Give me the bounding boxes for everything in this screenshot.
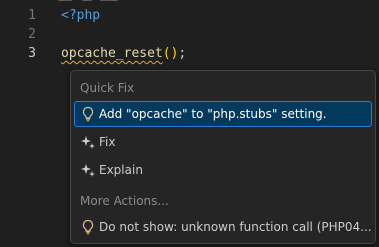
menu-item-label: Add "opcache" to "php.stubs" setting. [99,107,327,121]
quick-fix-menu[interactable]: Quick Fix Add "opcache" to "php.stubs" s… [70,70,376,244]
semicolon: ; [178,46,187,61]
lightbulb-icon [82,106,94,122]
menu-item-label: Do not show: unknown function call (PHP0… [99,220,372,234]
line-number: 2 [28,27,36,42]
code-editor[interactable]: 1 <?php 2 3 opcache_reset(); Quick Fix A… [0,0,379,247]
lightbulb-icon [82,219,94,235]
line-number: 1 [28,8,36,23]
php-open-tag: <?php [61,8,101,23]
quick-fix-section-header: Quick Fix [80,81,135,95]
menu-item-explain[interactable]: Explain [74,157,372,183]
menu-item-label: Explain [99,163,143,177]
sparkle-icon [81,136,95,149]
code-line-2[interactable]: 2 [0,25,379,44]
open-paren: ( [162,46,171,61]
menu-item-fix[interactable]: Fix [74,129,372,155]
code-line-1[interactable]: 1 <?php [0,6,379,25]
line-content[interactable]: opcache_reset(); [61,44,186,63]
menu-item-label: Fix [99,135,116,149]
code-line-3[interactable]: 3 opcache_reset(); [0,44,379,63]
more-actions-section-header: More Actions... [80,194,169,208]
line-content[interactable]: <?php [61,6,100,25]
line-number: 3 [28,46,36,61]
sparkle-icon [81,164,95,177]
menu-item-add-php-stubs[interactable]: Add "opcache" to "php.stubs" setting. [74,101,372,127]
menu-item-do-not-show[interactable]: Do not show: unknown function call (PHP0… [74,214,372,240]
scrolled-line-fragment [0,0,379,3]
function-call-with-error[interactable]: opcache_reset [61,46,163,61]
